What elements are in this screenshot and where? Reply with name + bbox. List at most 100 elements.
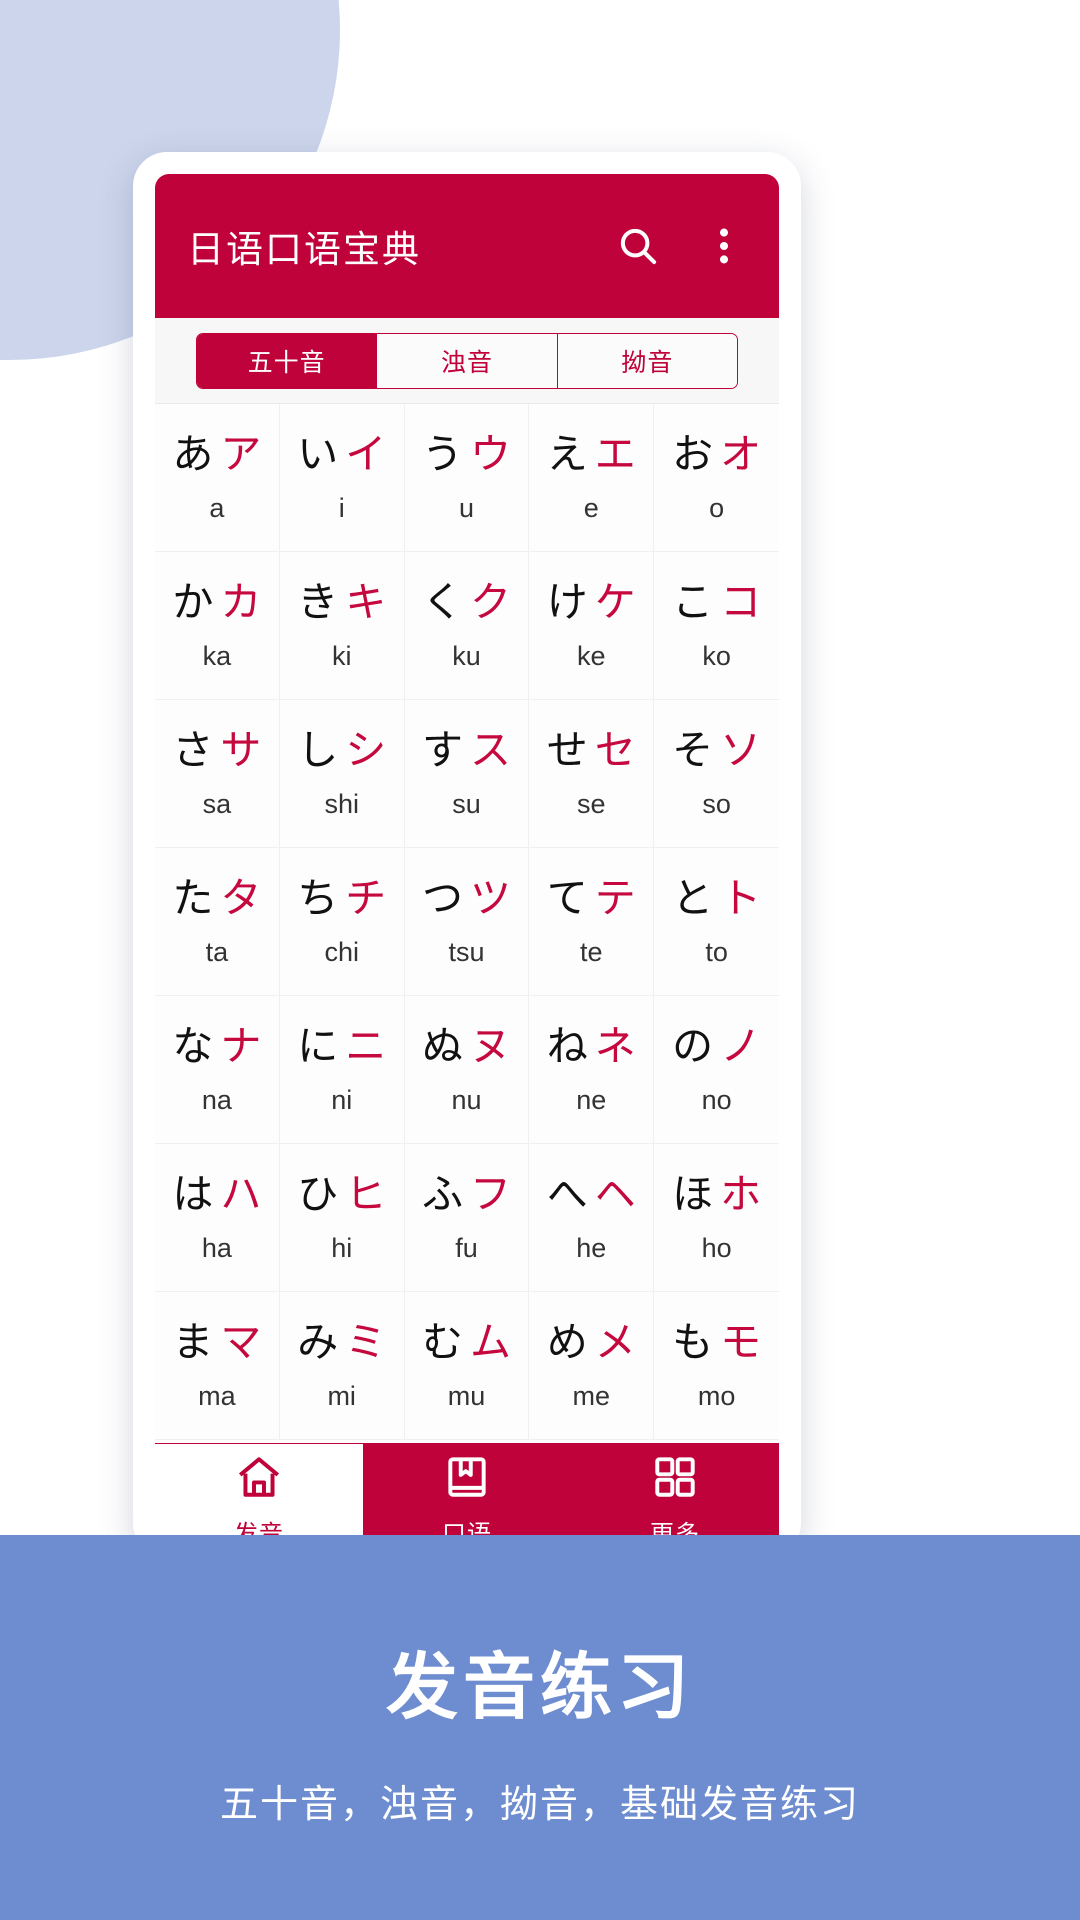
tab-1[interactable]: 浊音 [376,333,557,388]
katakana-char: シ [345,726,387,773]
katakana-char: ナ [220,1022,262,1069]
katakana-char: ミ [345,1318,387,1365]
romaji-label: o [709,492,725,523]
hiragana-char: く [421,578,463,625]
romaji-label: u [458,492,474,523]
tab-2[interactable]: 拗音 [556,333,737,388]
home-icon [234,1452,284,1507]
romaji-label: ta [205,936,229,967]
kana-characters: しシ [297,726,387,773]
romaji-label: he [576,1232,607,1263]
romaji-label: a [209,492,225,523]
kana-cell[interactable]: つツ tsu [404,848,530,996]
kana-cell[interactable]: ほホ ho [654,1144,779,1292]
hiragana-char: め [546,1318,588,1365]
kana-cell[interactable]: あア a [155,404,280,552]
romaji-label: ho [701,1232,732,1263]
hiragana-char: と [672,874,714,921]
kana-cell[interactable]: みミ mi [279,1292,405,1440]
katakana-char: ホ [720,1170,762,1217]
kana-cell[interactable]: きキ ki [279,552,405,700]
hiragana-char: う [421,430,463,477]
kana-characters: えエ [547,433,636,475]
kana-cell[interactable]: てテ te [529,848,655,996]
kana-cell[interactable]: むム mu [404,1292,530,1440]
katakana-char: セ [594,726,636,773]
kana-cell[interactable]: たタ ta [155,848,280,996]
kana-cell[interactable]: えエ e [529,404,655,552]
katakana-char: ネ [594,1022,636,1069]
kana-characters: おオ [672,430,761,477]
hiragana-char: お [672,430,714,477]
kana-cell[interactable]: くク ku [404,552,530,700]
hiragana-char: ね [546,1022,588,1069]
kana-cell[interactable]: ふフ fu [404,1144,530,1292]
katakana-char: タ [220,874,262,921]
hiragana-char: ち [297,874,339,921]
kana-characters: そソ [672,726,761,773]
kana-cell[interactable]: まマ ma [155,1292,280,1440]
katakana-char: マ [220,1318,262,1365]
kana-cell[interactable]: うウu [404,404,530,552]
kana-cell[interactable]: にニ ni [279,996,405,1144]
kana-cell[interactable]: しシ shi [279,700,405,848]
book-icon [442,1452,492,1507]
romaji-label: fu [455,1232,478,1263]
kana-cell[interactable]: いイi [279,404,405,552]
katakana-char: ツ [469,874,511,921]
grid-icon [650,1452,700,1507]
romaji-label: nu [451,1084,482,1115]
romaji-label: no [701,1084,732,1115]
hiragana-char: て [546,874,588,921]
katakana-char: ヌ [469,1022,511,1069]
kana-cell[interactable]: とト to [654,848,779,996]
hiragana-char: ふ [421,1170,463,1217]
hiragana-char: さ [172,726,214,773]
search-icon[interactable] [611,219,665,273]
kana-cell[interactable]: もモ mo [654,1292,779,1440]
hiragana-char: ほ [672,1170,714,1217]
kana-characters: ふフ [421,1170,511,1217]
kana-cell[interactable]: ちチ chi [279,848,405,996]
kana-characters: とト [672,874,761,921]
kana-characters: なナ [172,1022,262,1069]
kana-cell[interactable]: ぬヌ nu [404,996,530,1144]
kana-characters: かカ [172,581,261,623]
promo-banner: 发音练习 五十音，浊音，拗音，基础发音练习 [0,1535,1080,1920]
kana-cell[interactable]: そソ so [654,700,779,848]
kana-cell[interactable]: めメ me [529,1292,655,1440]
romaji-label: shi [324,788,359,819]
romaji-label: se [577,788,606,819]
kana-cell[interactable]: ねネ ne [529,996,655,1144]
romaji-label: su [452,788,481,819]
kana-cell[interactable]: なナ na [155,996,280,1144]
kana-cell[interactable]: かカ ka [155,552,280,700]
kana-characters: けケ [547,581,636,623]
kana-cell[interactable]: のノ no [654,996,779,1144]
kana-cell[interactable]: こコ ko [654,552,779,700]
kana-cell[interactable]: へヘ he [529,1144,655,1292]
romaji-label: e [583,492,599,523]
phone-screen: 日语口语宝典 五十音 浊音 拗音 あア a いイ i うウ u えエ e おオ o かカ ka きキ ki くク… [155,174,779,1557]
kana-cell[interactable]: せセ se [529,700,655,848]
katakana-char: ア [220,430,262,477]
kana-characters: くク [421,578,511,625]
tab-0[interactable]: 五十音 [197,333,377,388]
kana-characters: むム [422,1321,511,1363]
kana-cell[interactable]: けケ ke [529,552,655,700]
kana-characters: ぬヌ [422,1022,511,1069]
kana-cell[interactable]: はハ ha [155,1144,280,1292]
kana-characters: あア [172,430,262,477]
kana-cell[interactable]: ひヒ hi [279,1144,405,1292]
kana-cell[interactable]: おオ o [654,404,779,552]
katakana-char: ノ [720,1022,762,1069]
kana-cell[interactable]: すス su [404,700,530,848]
katakana-char: ヘ [594,1170,636,1217]
romaji-label: ni [331,1084,353,1115]
romaji-label: mu [447,1380,486,1411]
more-vertical-icon[interactable] [697,219,751,273]
kana-cell[interactable]: さサ sa [155,700,280,848]
hiragana-char: そ [672,726,714,773]
romaji-label: mi [327,1380,356,1411]
hiragana-char: へ [546,1170,588,1217]
